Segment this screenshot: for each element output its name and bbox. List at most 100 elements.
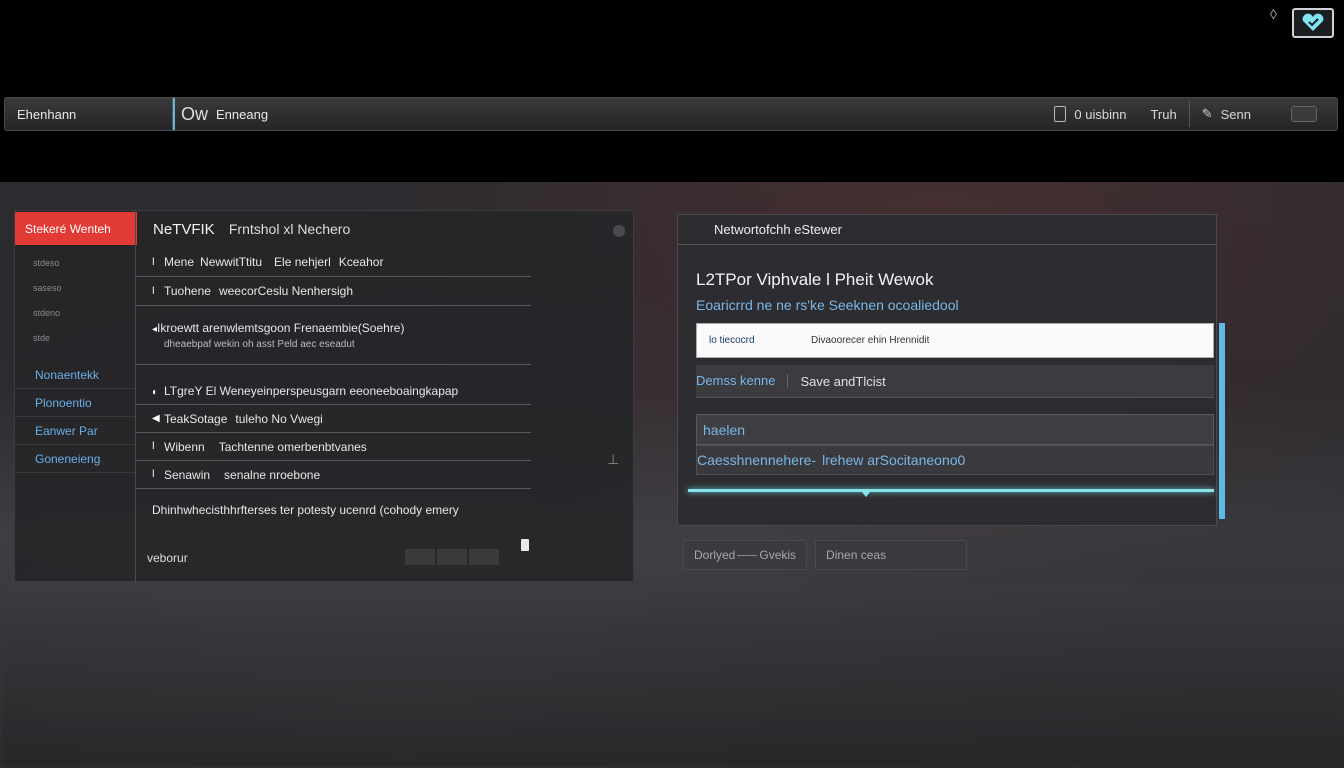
field-value: haelen (703, 421, 746, 438)
list-item[interactable]: Dhinhwhecisthhrfterses ter potesty ucenr… (136, 489, 531, 531)
dinen-ceas-button[interactable]: Dinen ceas (815, 540, 968, 570)
marker-icon: ◐ (152, 387, 159, 398)
nav-link[interactable]: Nonaentekk (15, 361, 136, 389)
toolbar-mid-prefix: Ow (181, 103, 208, 124)
marker-icon: ǀ (152, 285, 155, 297)
list-item[interactable]: ◂Ikroewtt arenwlemtsgoon Frenaembie(Soeh… (136, 306, 531, 365)
list-item-desc: dheaebpaf wekin oh asst Peld aec eseadut (164, 338, 355, 350)
nav-link[interactable]: Eanwer Par (15, 417, 136, 445)
input-left-text: lo tiecocrd (709, 335, 755, 346)
list-item-label: Wibenn (164, 439, 205, 454)
scrollbar[interactable] (1219, 323, 1225, 519)
panel-title-main: NeTVFIK (153, 221, 215, 238)
link-row[interactable]: Caesshnennehere- lrehew arSocitaneono0 (696, 445, 1214, 475)
button-label: Gvekis (759, 548, 797, 562)
active-tab[interactable]: Stekeré Wenteh (15, 212, 137, 245)
arrow-icon: ◀ (152, 413, 160, 424)
list-item[interactable]: ǀ Wibenn Tachtenne omerbenbtvanes (136, 433, 531, 461)
link-row-value: lrehew arSocitaneono0 (822, 452, 966, 468)
top-toolbar: Ehenhann Ow Enneang 0 uisbinn Truh ✎ Sen… (4, 97, 1338, 131)
settings-list: ǀ Mene NewwitTtitu Ele nehjerl Kceahor ǀ… (136, 248, 531, 531)
toolbar-item-1[interactable]: 0 uisbinn (1042, 98, 1138, 130)
list-item-value: senalne nroebone (224, 467, 321, 482)
list-item-value: Tachtenne omerbenbtvanes (218, 439, 367, 454)
link-row-label: Caesshnennehere- (697, 452, 817, 468)
list-item-value: NewwitTtitu (200, 255, 263, 269)
panel-title: NeTVFIK Frntshol xl Nechero (153, 221, 350, 238)
list-item-label: Dhinhwhecisthhrfterses ter potesty ucenr… (152, 503, 459, 517)
panel-title-sub: Frntshol xl Nechero (228, 221, 351, 237)
field-input[interactable]: haelen (696, 414, 1214, 445)
active-tab-label: Stekeré Wenteh (25, 221, 111, 236)
toolbar-item-2[interactable]: Truh (1138, 98, 1188, 130)
drop-icon[interactable]: ◊ (1270, 6, 1284, 24)
list-item[interactable]: ǀ Tuohene weecorCeslu Nenhersigh (136, 277, 531, 306)
button-label: Dinen ceas (826, 548, 887, 562)
nav-link[interactable]: Plonoentio (15, 389, 136, 417)
app-heart-icon[interactable] (1292, 8, 1334, 38)
save-button[interactable]: Save andTlcist (800, 374, 885, 389)
list-item-value: tuleho No Vwegi (235, 411, 323, 426)
toolbar-item-2-label: Truh (1150, 106, 1177, 122)
list-item[interactable]: ◐ LTgreY El Weneyeinperspeusgarn eeoneeb… (136, 365, 531, 405)
checkbox-icon (1054, 106, 1067, 122)
action-bar: Demss kenne Save andTlcist (696, 365, 1214, 398)
right-panel: Networtofchh eStewer L2TPor Viphvale l P… (677, 214, 1225, 526)
toolbar-mid-label: Enneang (216, 106, 269, 122)
marker-icon: ǀ (152, 441, 155, 452)
input-right-text: Divaoorecer ehin Hrennidit (811, 335, 930, 346)
nav-link[interactable]: Goneneieng (15, 445, 136, 473)
footer-button[interactable] (437, 549, 467, 565)
button-label: Dorlyed (694, 548, 736, 562)
nav-small-item[interactable]: saseso (15, 276, 136, 301)
footer-button[interactable] (469, 549, 499, 565)
list-item-label: Mene (164, 255, 195, 269)
list-item-label: Ikroewtt arenwlemtsgoon Frenaembie(Soehr… (157, 320, 405, 335)
toolbar-left-item[interactable]: Ehenhann (5, 98, 173, 130)
progress-bar (688, 489, 1214, 492)
left-panel: Stekeré Wenteh stdeso saseso stdeno stde… (14, 210, 634, 583)
background-haze (0, 582, 1344, 768)
scroll-handle-icon[interactable] (521, 539, 529, 551)
pin-icon[interactable]: ⊥ (607, 451, 619, 468)
toolbar-item-3-label: Senn (1220, 106, 1251, 122)
list-item-label: TeakSotage (164, 411, 228, 426)
edit-icon: ✎ (1201, 106, 1213, 121)
panel-footer-text: veborur (147, 551, 188, 565)
list-item-label: Tuohene (164, 284, 211, 298)
list-item[interactable]: ǀ Senawin senalne nroebone (136, 461, 531, 489)
toolbar-right-group: 0 uisbinn Truh ✎ Senn (1042, 98, 1337, 130)
toolbar-item-3[interactable]: ✎ Senn (1190, 98, 1337, 130)
list-item-value: Ele nehjerl (274, 255, 331, 269)
dismiss-button[interactable]: Demss kenne (696, 374, 789, 388)
list-item-value: Kceahor (338, 255, 384, 269)
nav-small-item[interactable]: stdeso (15, 251, 136, 276)
toolbar-item-1-label: 0 uisbinn (1074, 106, 1127, 122)
toolbar-left-label: Ehenhann (17, 106, 77, 122)
marker-icon: ǀ (152, 469, 155, 480)
list-item-label: Senawin (164, 467, 211, 482)
right-panel-header-label: Networtofchh eStewer (714, 222, 842, 237)
list-item-value: weecorCeslu Nenhersigh (218, 284, 354, 298)
list-item[interactable]: ǀ Mene NewwitTtitu Ele nehjerl Kceahor (136, 248, 531, 277)
nav-small-item[interactable]: stdeno (15, 301, 136, 326)
dorlyed-button[interactable]: Dorlyed Gvekis (683, 540, 808, 570)
right-panel-subtitle[interactable]: Eoaricrrd ne ne rs'ke Seeknen ocoaliedoo… (696, 297, 959, 313)
marker-icon: ǀ (152, 256, 155, 268)
footer-button[interactable] (405, 549, 435, 565)
heart-icon (1302, 13, 1324, 32)
left-nav: stdeso saseso stdeno stde Nonaentekk Plo… (15, 251, 136, 473)
toolbar-mid-item[interactable]: Ow Enneang (173, 98, 268, 130)
divider (737, 554, 758, 556)
bottom-buttons: Dorlyed Gvekis Dinen ceas (683, 540, 968, 570)
toolbar-toggle[interactable] (1291, 106, 1317, 122)
footer-buttons (405, 549, 499, 565)
list-item-label: LTgreY El Weneyeinperspeusgarn eeoneeboa… (164, 384, 459, 398)
progress-knob[interactable] (862, 492, 870, 497)
list-item[interactable]: ◀ TeakSotage tuleho No Vwegi (136, 405, 531, 433)
nav-small-item[interactable]: stde (15, 326, 136, 351)
network-input[interactable]: lo tiecocrd Divaoorecer ehin Hrennidit (696, 323, 1214, 358)
right-panel-header: Networtofchh eStewer (678, 215, 1216, 245)
right-panel-title: L2TPor Viphvale l Pheit Wewok (696, 270, 934, 289)
panel-menu-icon[interactable] (613, 225, 625, 237)
